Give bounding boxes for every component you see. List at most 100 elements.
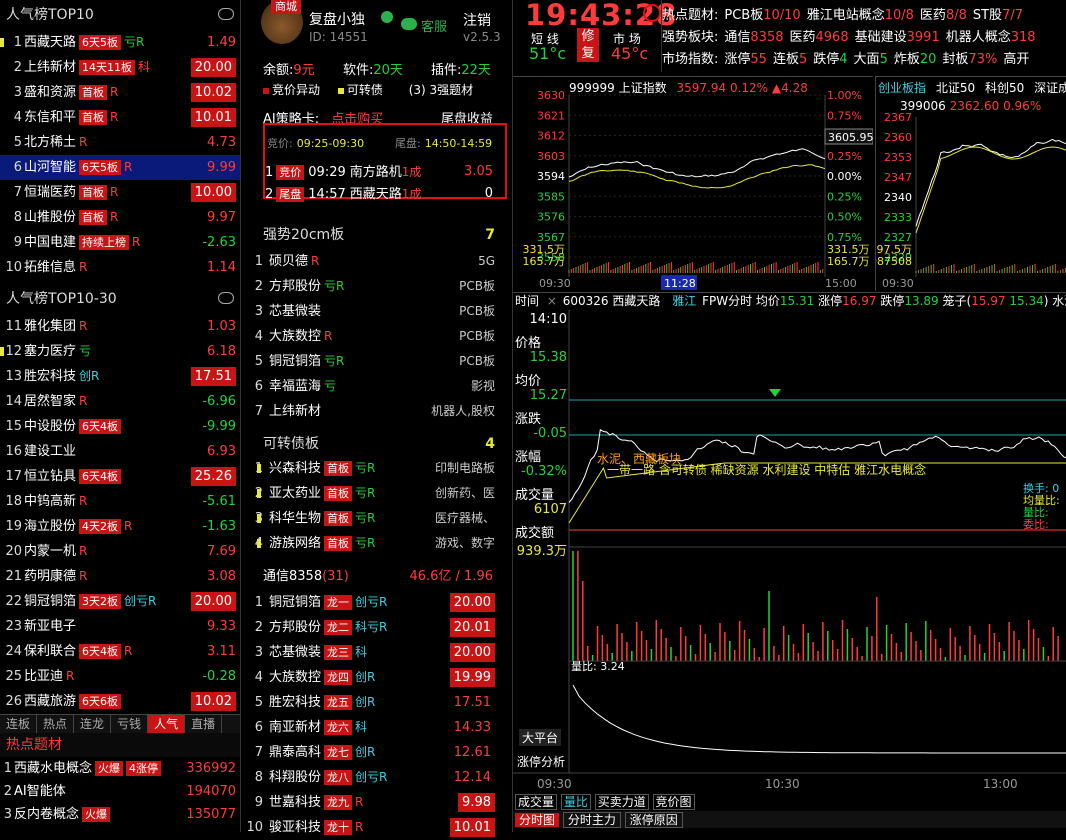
cloud-icon[interactable] [218, 292, 234, 304]
rank-tab[interactable]: 亏钱 [111, 715, 149, 733]
tab-limit-reason[interactable]: 涨停原因 [624, 812, 683, 828]
rank-row[interactable]: 12 塞力医疗亏 6.18 [0, 339, 240, 364]
bonds-row[interactable]: 2亚太药业首板亏R创新药、医 [241, 481, 511, 506]
rank-tab[interactable]: 直播 [185, 715, 223, 733]
rank-row[interactable]: 24 保利联合 6天4板 R 3.11 [0, 639, 240, 664]
comm-row[interactable]: 9 世嘉科技 龙九 R 9.98 [241, 790, 511, 815]
rank-row[interactable]: 6 山河智能 6天5板 R 9.99 [0, 155, 240, 180]
row-stock-name: 亚太药业 [269, 486, 322, 501]
rank-tab[interactable]: 热点 [37, 715, 75, 733]
hot-topic-list: 1 西藏水电概念 火爆 4涨停 336992 2 AI智能体 194070 3 反内卷概念 火爆 13… [0, 757, 240, 826]
rank-row[interactable]: 11 雅化集团 R 1.03 [0, 314, 240, 339]
rank-row[interactable]: 23 新亚电子 9.33 [0, 614, 240, 639]
rank-row[interactable]: 2 上纬新材 14天11板科 20.00 [0, 55, 240, 80]
service-button[interactable]: 客服 [421, 16, 447, 35]
tab-ratio[interactable]: 量比 [560, 794, 591, 810]
rank-row[interactable]: 22 铜冠铜箔 3天2板 创亏R 20.00 [0, 589, 240, 614]
board20-list: 1 硕贝德 R 5G 2 方邦股份 亏R PCB板 3 芯基微装 PCB板 4 大族数控 R PCB板 5 铜冠… [241, 249, 511, 424]
row-number: 1 [254, 595, 263, 610]
board20-row[interactable]: 6 幸福蓝海亏 影视 [241, 374, 511, 399]
logout-button[interactable]: 注销 [463, 10, 491, 30]
rank-row[interactable]: 7 恒瑞医药 首板 R 10.00 [0, 180, 240, 205]
rank-tag: 6天5板 [79, 160, 122, 175]
rank-row[interactable]: 1 西藏天路 6天5板 亏R 1.49 [0, 30, 240, 55]
comm-row[interactable]: 2 方邦股份 龙二 科亏R 20.01 [241, 615, 511, 640]
rank-row[interactable]: 18 中钨高新 R -5.61 [0, 489, 240, 514]
rank-row[interactable]: 19 海立股份 4天2板 R -1.63 [0, 514, 240, 539]
user-name: 复盘小独 [309, 12, 365, 28]
ai-time: 14:57 [308, 187, 346, 202]
rank-row[interactable]: 10 拓维信息 R 1.14 [0, 255, 240, 280]
y-tick-label: 2353 [884, 151, 912, 164]
comm-row[interactable]: 7 鼎泰高科 龙七 创R 12.61 [241, 740, 511, 765]
rank-tab[interactable]: 人气 [148, 715, 186, 733]
rank-change: 1.14 [207, 260, 236, 275]
comm-row[interactable]: 4 大族数控 龙四 创R 19.99 [241, 665, 511, 690]
rank-row[interactable]: 13 胜宏科技 创R 17.51 [0, 364, 240, 389]
hot-topic-row[interactable]: 1 西藏水电概念 火爆 4涨停 336992 [0, 757, 240, 780]
rank-row[interactable]: 15 中设股份 6天4板 -9.99 [0, 414, 240, 439]
rank-stock-name: 盛和资源 [24, 85, 77, 100]
rank-row[interactable]: 8 山推股份 首板 R 9.97 [0, 205, 240, 230]
ticker-item: 大面 [853, 52, 880, 67]
cloud-icon[interactable] [218, 8, 234, 20]
board20-row[interactable]: 2 方邦股份 亏R PCB板 [241, 274, 511, 299]
board20-row[interactable]: 7 上纬新材 机器人,股权 [241, 399, 511, 424]
version-label: v2.5.3 [463, 30, 501, 44]
option-auction[interactable]: 竞价异动 [272, 83, 320, 97]
wechat-icon[interactable] [401, 18, 417, 30]
rank-extra: R [110, 110, 119, 124]
rank-row[interactable]: 17 恒立钻具 6天4板 25.26 [0, 464, 240, 489]
hot-topic-row[interactable]: 2 AI智能体 194070 [0, 780, 240, 803]
tab-main-force[interactable]: 分时主力 [562, 812, 621, 828]
shop-badge[interactable]: 商城 [271, 0, 301, 14]
comm-row[interactable]: 3 芯基微装 龙三科 20.00 [241, 640, 511, 665]
rank-row[interactable]: 21 药明康德 R 3.08 [0, 564, 240, 589]
board20-row[interactable]: 3 芯基微装 PCB板 [241, 299, 511, 324]
rank-stock-name: 中国电建 [24, 235, 77, 250]
rank-row[interactable]: 16 建设工业 6.93 [0, 439, 240, 464]
board20-row[interactable]: 4 大族数控 R PCB板 [241, 324, 511, 349]
bonds-row[interactable]: 4游族网络首板亏R游戏、数字 [241, 531, 511, 556]
repair-badge: 修 复 [577, 28, 599, 62]
checkbox-icon[interactable] [263, 88, 269, 94]
rank-row[interactable]: 20 内蒙一机 R 7.69 [0, 539, 240, 564]
rank-tab[interactable]: 连板 [0, 715, 38, 733]
tab-volume[interactable]: 成交量 [515, 794, 558, 810]
comm-row[interactable]: 8 科翔股份 龙八 创亏R 12.14 [241, 765, 511, 790]
board20-row[interactable]: 1 硕贝德 R 5G [241, 249, 511, 274]
tab-auction[interactable]: 竞价图 [652, 794, 695, 810]
checkbox-icon[interactable] [337, 88, 344, 94]
tab-force[interactable]: 买卖力道 [594, 794, 649, 810]
rank-row[interactable]: 3 盛和资源 首板 R 10.02 [0, 80, 240, 105]
rank-row[interactable]: 4 东信和平 首板 R 10.01 [0, 105, 240, 130]
board20-row[interactable]: 5 铜冠铜箔 亏R PCB板 [241, 349, 511, 374]
rank-tag: 6天4板 [79, 644, 122, 659]
hot-topic-row[interactable]: 3 反内卷概念 火爆 135077 [0, 803, 240, 826]
comm-row[interactable]: 1 铜冠铜箔 龙一 创亏R 20.00 [241, 590, 511, 615]
rank-row[interactable]: 26 西藏旅游 6天6板 10.02 [0, 689, 240, 714]
limit-analysis-button[interactable]: 涨停分析 [517, 753, 565, 770]
ai-row[interactable]: 2 尾盘 14:57 西藏天路1成 0 [265, 183, 505, 205]
rank-change: -0.28 [202, 669, 236, 684]
rank-row[interactable]: 25 比亚迪 R -0.28 [0, 664, 240, 689]
platform-button[interactable]: 大平台 [519, 729, 562, 746]
comm-row[interactable]: 10 骏亚科技 龙十 R 10.01 [241, 815, 511, 840]
rank-row[interactable]: 14 居然智家 R -6.96 [0, 389, 240, 414]
hot-topic-name: 西藏水电概念 [14, 761, 93, 776]
rank-tab[interactable]: 连龙 [74, 715, 112, 733]
rank-change: 9.97 [207, 210, 236, 225]
rank-row[interactable]: 5 北方稀土 R 4.73 [0, 130, 240, 155]
bonds-row[interactable]: 3科华生物首板亏R医疗器械、 [241, 506, 511, 531]
option-topic[interactable]: (3) 3强题材 [409, 83, 473, 97]
comm-row[interactable]: 5 胜宏科技 龙五 创R 17.51 [241, 690, 511, 715]
rank-row[interactable]: 9 中国电建 持续上榜 R -2.63 [0, 230, 240, 255]
rank-change: -6.96 [202, 394, 236, 409]
hot-number: 3 [3, 807, 12, 822]
comm-row[interactable]: 6 南亚新材 龙六科 14.33 [241, 715, 511, 740]
row-sector: 创新药、医 [434, 486, 495, 500]
option-bond[interactable]: 可转债 [347, 83, 383, 97]
ai-row[interactable]: 1 竞价 09:29 南方路机1成 3.05 [265, 161, 505, 183]
bonds-row[interactable]: 1兴森科技首板亏R印制电路板 [241, 456, 511, 481]
tab-timeshare[interactable]: 分时图 [515, 813, 560, 827]
